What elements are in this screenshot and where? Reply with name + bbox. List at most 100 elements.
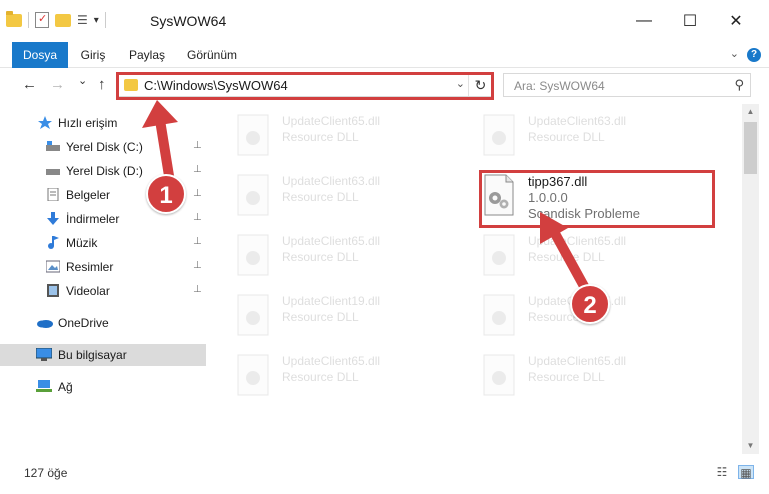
file-name: UpdateClient65.dll xyxy=(282,354,381,368)
tab-gorunum[interactable]: Görünüm xyxy=(182,42,242,68)
file-description: Resource DLL xyxy=(282,130,359,144)
search-box[interactable]: Ara: SysWOW64 ⚲ xyxy=(503,73,751,97)
minimize-button[interactable]: — xyxy=(621,8,667,34)
file-description: Resource DLL xyxy=(528,370,605,384)
vertical-scrollbar[interactable]: ▲ ▼ xyxy=(742,104,759,454)
step-badge-2: 2 xyxy=(570,284,610,324)
scroll-up-icon[interactable]: ▲ xyxy=(742,104,759,120)
sidebar-item-label: Yerel Disk (D:) xyxy=(66,164,143,178)
sidebar-item-music[interactable]: Müzik ⊥ xyxy=(0,232,206,254)
sidebar-item-label: Bu bilgisayar xyxy=(58,348,127,362)
file-description: Resource DLL xyxy=(282,250,359,264)
dll-file-icon xyxy=(483,234,515,276)
dll-file-icon xyxy=(237,354,269,396)
close-button[interactable]: ✕ xyxy=(713,8,759,34)
network-icon xyxy=(36,380,52,392)
file-item[interactable]: UpdateClient65.dll Resource DLL xyxy=(472,228,712,284)
help-icon[interactable]: ? xyxy=(747,48,761,62)
dll-file-icon xyxy=(483,294,515,336)
file-description: Resource DLL xyxy=(282,310,359,324)
details-view-icon[interactable]: ☷ xyxy=(714,465,730,479)
item-count: 127 öğe xyxy=(24,466,68,480)
properties-icon[interactable] xyxy=(35,12,49,28)
dll-file-icon xyxy=(483,114,515,156)
scroll-down-icon[interactable]: ▼ xyxy=(742,438,759,454)
qat-separator-2 xyxy=(104,12,106,28)
qat-dropdown-icon[interactable]: ▾ xyxy=(94,15,99,26)
new-folder-icon[interactable] xyxy=(55,13,71,27)
sidebar-item-label: Belgeler xyxy=(66,188,111,202)
file-item[interactable]: UpdateClient65.dll Resource DLL xyxy=(226,348,466,404)
file-item[interactable]: UpdateClient65.dll Resource DLL xyxy=(472,348,712,404)
file-name: UpdateClient63.dll xyxy=(282,174,381,188)
file-name: UpdateClient65.dll xyxy=(282,114,381,128)
sidebar-item-onedrive[interactable]: OneDrive xyxy=(0,312,206,334)
forward-button[interactable]: → xyxy=(50,76,65,93)
dll-file-icon xyxy=(237,234,269,276)
ribbon-tabs: Dosya Giriş Paylaş Görünüm ⌄ ? xyxy=(0,42,769,68)
computer-icon xyxy=(36,348,52,361)
sidebar-item-network[interactable]: Ağ xyxy=(0,376,206,398)
pin-icon: ⊥ xyxy=(193,188,202,199)
pictures-icon xyxy=(46,260,60,273)
step-badge-1: 1 xyxy=(146,174,186,214)
sidebar-item-label: Resimler xyxy=(66,260,114,274)
qat-separator xyxy=(28,12,29,28)
documents-icon xyxy=(47,188,59,201)
sidebar-item-pictures[interactable]: Resimler ⊥ xyxy=(0,256,206,278)
sidebar-item-drive-c[interactable]: Yerel Disk (C:) ⊥ xyxy=(0,136,206,158)
onedrive-icon xyxy=(37,320,53,328)
downloads-icon xyxy=(47,212,59,225)
status-bar: 127 öğe ☷ ▦ xyxy=(0,460,769,494)
file-item[interactable]: UpdateClient65.dll Resource DLL xyxy=(226,228,466,284)
file-description: Resource DLL xyxy=(282,190,359,204)
dll-file-icon xyxy=(237,114,269,156)
file-list: UpdateClient65.dll Resource DLL UpdateCl… xyxy=(212,104,742,454)
title-bar: ☰ ▾ SysWOW64 — ☐ ✕ xyxy=(0,0,769,42)
sidebar-item-quick-access[interactable]: Hızlı erişim xyxy=(0,112,206,134)
file-item[interactable]: UpdateClient65.dll Resource DLL xyxy=(226,108,466,164)
pin-icon: ⊥ xyxy=(193,260,202,271)
window-title: SysWOW64 xyxy=(150,13,227,29)
back-button[interactable]: ← xyxy=(22,76,37,93)
folder-icon[interactable] xyxy=(6,10,22,27)
sidebar-item-label: Hızlı erişim xyxy=(58,116,118,130)
search-icon[interactable]: ⚲ xyxy=(734,77,744,93)
view-options-icon[interactable]: ☰ xyxy=(77,13,88,27)
tiles-view-icon[interactable]: ▦ xyxy=(738,465,754,480)
dll-file-icon xyxy=(237,294,269,336)
videos-icon xyxy=(47,284,59,297)
ribbon-expand-icon[interactable]: ⌄ xyxy=(730,47,739,60)
up-button[interactable]: ↑ xyxy=(98,76,106,93)
file-item[interactable]: UpdateClient63.dll Resource DLL xyxy=(226,168,466,224)
file-name: UpdateClient65.dll xyxy=(528,234,627,248)
maximize-button[interactable]: ☐ xyxy=(667,8,713,34)
drive-d-icon xyxy=(46,169,60,175)
file-name: UpdateClient19.dll xyxy=(282,294,381,308)
dll-file-icon xyxy=(483,354,515,396)
file-description: Resource DLL xyxy=(528,130,605,144)
address-highlight-box xyxy=(116,72,494,100)
tab-dosya[interactable]: Dosya xyxy=(12,42,68,68)
tab-paylas[interactable]: Paylaş xyxy=(124,42,170,68)
pin-icon: ⊥ xyxy=(193,164,202,175)
file-name: UpdateClient65.dll xyxy=(528,354,627,368)
pin-icon: ⊥ xyxy=(193,212,202,223)
file-item[interactable]: UpdateClient63.dll Resource DLL xyxy=(472,108,712,164)
tab-giris[interactable]: Giriş xyxy=(74,42,112,68)
file-item[interactable]: UpdateClient19.dll Resource DLL xyxy=(226,288,466,344)
sidebar-item-videos[interactable]: Videolar ⊥ xyxy=(0,280,206,302)
file-description: Resource DLL xyxy=(282,370,359,384)
music-icon xyxy=(48,236,59,249)
dll-file-icon xyxy=(237,174,269,216)
sidebar-item-label: Müzik xyxy=(66,236,98,250)
sidebar-item-label: Yerel Disk (C:) xyxy=(66,140,143,154)
sidebar-item-label: İndirmeler xyxy=(66,212,120,226)
search-input[interactable]: Ara: SysWOW64 xyxy=(514,79,605,93)
pin-icon: ⊥ xyxy=(193,284,202,295)
recent-locations-button[interactable]: ⌄ xyxy=(78,74,87,87)
sidebar-item-label: Videolar xyxy=(66,284,110,298)
scroll-thumb[interactable] xyxy=(744,122,757,174)
sidebar-item-this-pc[interactable]: Bu bilgisayar xyxy=(0,344,206,366)
pin-icon: ⊥ xyxy=(193,140,202,151)
